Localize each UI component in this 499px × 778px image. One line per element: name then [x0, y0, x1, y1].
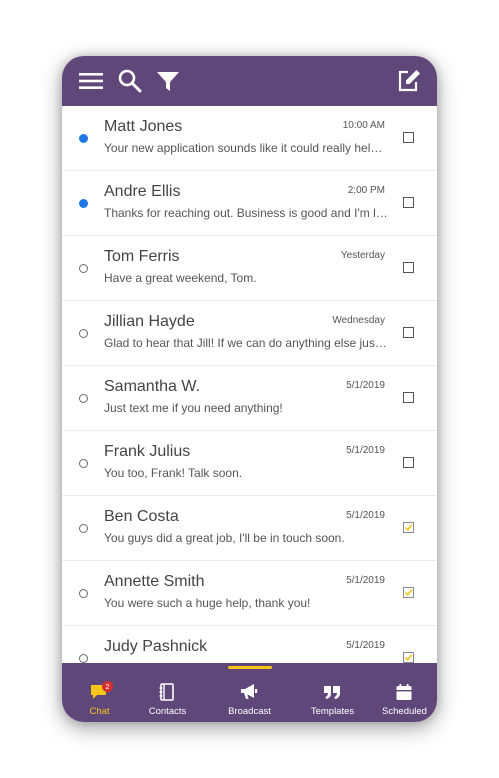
megaphone-icon: [241, 684, 258, 699]
contact-name: Annette Smith: [104, 573, 205, 590]
message-timestamp: Wednesday: [332, 315, 385, 326]
contact-name: Samantha W.: [104, 378, 201, 395]
unread-indicator: [79, 134, 88, 143]
bottom-nav-bar: 2 Chat Contacts Broadcast Templates Sche…: [62, 663, 437, 722]
contact-name: Matt Jones: [104, 118, 183, 135]
nav-scheduled[interactable]: Scheduled: [367, 663, 437, 722]
nav-contacts-label: Contacts: [148, 706, 187, 717]
nav-contacts[interactable]: Contacts: [130, 663, 205, 722]
conversation-list[interactable]: Matt Jones 10:00 AM Your new application s…: [62, 106, 437, 663]
nav-chat-label: Chat: [89, 706, 110, 717]
filter-icon[interactable]: [155, 68, 181, 94]
read-indicator: [79, 524, 88, 533]
checkmark-icon: [404, 654, 413, 662]
message-preview: Have a great weekend, Tom.: [104, 271, 257, 285]
nav-broadcast[interactable]: Broadcast: [212, 663, 287, 722]
top-app-bar: [62, 56, 437, 106]
message-preview: You guys did a great job, I'll be in tou…: [104, 531, 345, 545]
conversation-row[interactable]: Andre Ellis 2:00 PM Thanks for reaching ou…: [62, 171, 437, 236]
message-preview: Glad to hear that Jill! If we can do any…: [104, 336, 388, 350]
contact-name: Judy Pashnick: [104, 638, 208, 655]
message-preview: You too, Frank! Talk soon.: [104, 466, 243, 480]
phone-frame: Matt Jones 10:00 AM Your new application s…: [62, 56, 437, 722]
unread-indicator: [79, 199, 88, 208]
nav-chat[interactable]: 2 Chat: [62, 663, 137, 722]
message-timestamp: 5/1/2019: [346, 445, 385, 456]
select-checkbox[interactable]: [403, 132, 414, 143]
conversation-row[interactable]: Matt Jones 10:00 AM Your new application s…: [62, 106, 437, 171]
select-checkbox[interactable]: [403, 457, 414, 468]
contacts-book-icon: [159, 683, 174, 701]
select-checkbox[interactable]: [403, 522, 414, 533]
message-timestamp: 5/1/2019: [346, 575, 385, 586]
nav-broadcast-label: Broadcast: [228, 706, 271, 717]
conversation-row[interactable]: Judy Pashnick 5/1/2019: [62, 626, 437, 663]
read-indicator: [79, 589, 88, 598]
message-timestamp: Yesterday: [340, 250, 385, 261]
conversation-row[interactable]: Frank Julius 5/1/2019 You too, Frank! Talk…: [62, 431, 437, 496]
message-preview: You were such a huge help, thank you!: [104, 596, 311, 610]
contact-name: Ben Costa: [104, 508, 179, 525]
contact-name: Frank Julius: [104, 443, 191, 460]
select-checkbox[interactable]: [403, 262, 414, 273]
conversation-row[interactable]: Ben Costa 5/1/2019 You guys did a great jo…: [62, 496, 437, 561]
message-timestamp: 2:00 PM: [347, 185, 385, 196]
contact-name: Tom Ferris: [104, 248, 180, 265]
message-timestamp: 5/1/2019: [346, 510, 385, 521]
message-preview: Thanks for reaching out. Business is goo…: [104, 206, 388, 220]
checkmark-icon: [404, 524, 413, 532]
conversation-row[interactable]: Samantha W. 5/1/2019 Just text me if you n…: [62, 366, 437, 431]
message-preview: Your new application sounds like it coul…: [104, 141, 388, 155]
select-checkbox[interactable]: [403, 652, 414, 663]
contact-name: Andre Ellis: [104, 183, 181, 200]
read-indicator: [79, 264, 88, 273]
read-indicator: [79, 459, 88, 468]
nav-templates-label: Templates: [310, 706, 355, 717]
conversation-row[interactable]: Tom Ferris Yesterday Have a great weekend,…: [62, 236, 437, 301]
hamburger-menu-icon[interactable]: [78, 68, 104, 94]
compose-icon[interactable]: [396, 68, 422, 94]
nav-scheduled-label: Scheduled: [382, 706, 427, 717]
search-icon[interactable]: [117, 68, 143, 94]
unread-badge: 2: [102, 681, 113, 692]
contact-name: Jillian Hayde: [104, 313, 195, 330]
message-timestamp: 10:00 AM: [342, 120, 385, 131]
select-checkbox[interactable]: [403, 197, 414, 208]
select-checkbox[interactable]: [403, 587, 414, 598]
read-indicator: [79, 654, 88, 663]
read-indicator: [79, 329, 88, 338]
nav-templates[interactable]: Templates: [295, 663, 370, 722]
message-preview: Just text me if you need anything!: [104, 401, 283, 415]
message-timestamp: 5/1/2019: [346, 640, 385, 651]
select-checkbox[interactable]: [403, 392, 414, 403]
conversation-row[interactable]: Annette Smith 5/1/2019 You were such a hug…: [62, 561, 437, 626]
calendar-icon: [396, 684, 412, 700]
read-indicator: [79, 394, 88, 403]
select-checkbox[interactable]: [403, 327, 414, 338]
checkmark-icon: [404, 589, 413, 597]
message-timestamp: 5/1/2019: [346, 380, 385, 391]
conversation-row[interactable]: Jillian Hayde Wednesday Glad to hear that …: [62, 301, 437, 366]
quote-icon: [324, 686, 340, 699]
